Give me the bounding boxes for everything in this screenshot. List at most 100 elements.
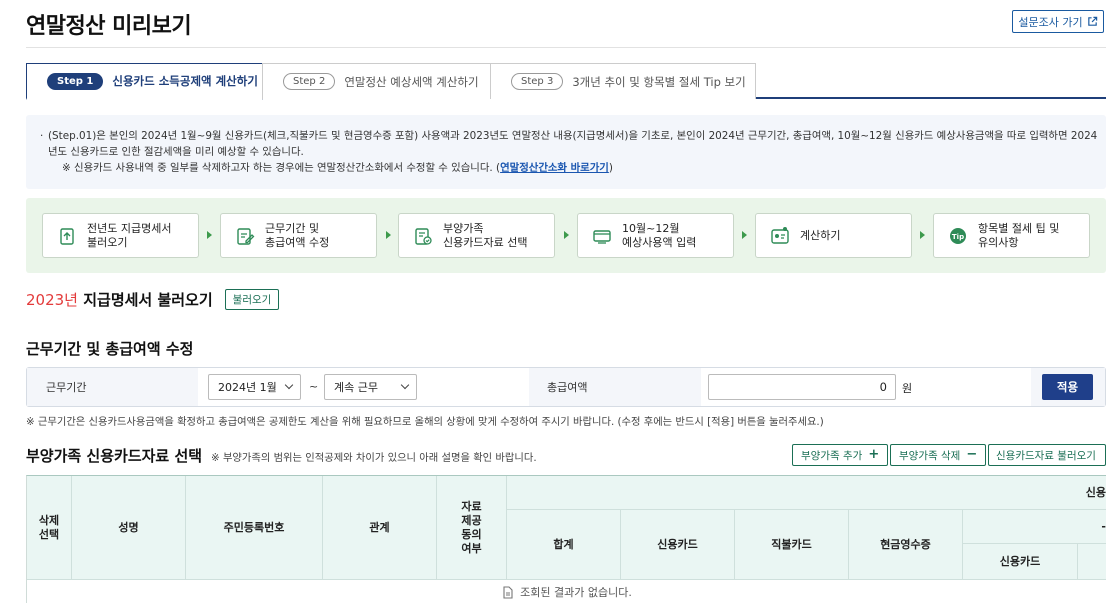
header-cash-receipt: 현금영수증 (849, 510, 963, 580)
flow-step-1-line1: 전년도 지급명세서 (87, 221, 172, 235)
flow-arrow-3 (564, 231, 569, 239)
header-consent: 자료 제공 동의 여부 (437, 476, 507, 580)
start-month-select[interactable]: 2024년 1월 (208, 374, 301, 400)
section-period-salary-title: 근무기간 및 총급여액 수정 (26, 340, 194, 358)
period-label: 근무기간 (46, 381, 87, 394)
step2-pill: Step 2 (283, 73, 336, 90)
header-name: 성명 (72, 476, 186, 580)
tab-step1[interactable]: Step 1 신용카드 소득공제액 계산하기 (26, 63, 263, 100)
flow-step-1: 전년도 지급명세서 불러오기 (42, 213, 199, 258)
flow-arrow-1 (207, 231, 212, 239)
tab-step3[interactable]: Step 3 3개년 추이 및 항목별 절세 Tip 보기 (490, 63, 756, 99)
flow-step-5-label: 계산하기 (800, 229, 840, 243)
header-rrn: 주민등록번호 (186, 476, 323, 580)
section-load-title-text: 지급명세서 불러오기 (83, 291, 213, 309)
survey-button-label: 설문조사 가기 (1018, 15, 1083, 29)
flow-step-5: 계산하기 (755, 213, 912, 258)
flow-step-3-line2: 신용카드자료 선택 (443, 235, 528, 249)
flow-step-4: 10월~12월 예상사용액 입력 (577, 213, 734, 258)
chevron-down-icon (284, 380, 294, 390)
load-card-data-button[interactable]: 신용카드자료 불러오기 (988, 444, 1106, 466)
load-statement-button[interactable]: 불러오기 (224, 289, 280, 310)
section-dependents: 부양가족 신용카드자료 선택 ※ 부양가족의 범위는 인적공제와 차이가 있으니… (26, 445, 537, 466)
header-sub-credit: 신용카드 (963, 544, 1078, 580)
flow-step-3-label: 부양가족 신용카드자료 선택 (443, 222, 527, 250)
period-salary-form: 근무기간 2024년 1월 ~ 계속 근무 총급여액 0 원 적용 (26, 367, 1106, 407)
upload-doc-icon (57, 226, 77, 246)
flow-step-1-line2: 불러오기 (87, 235, 128, 249)
simplified-service-link[interactable]: 연말정산간소화 바로가기 (500, 162, 609, 174)
start-month-value: 2024년 1월 (218, 381, 277, 394)
minus-icon: − (966, 447, 978, 462)
salary-unit: 원 (902, 382, 913, 395)
flow-step-5-line1: 계산하기 (800, 228, 841, 242)
flow-step-2-line1: 근무기간 및 (265, 221, 320, 235)
flow-step-3-line1: 부양가족 (443, 221, 484, 235)
section-dependents-note: ※ 부양가족의 범위는 인적공제와 차이가 있으니 아래 설명을 확인 바랍니다… (211, 452, 537, 464)
period-salary-note: ※ 근무기간은 신용카드사용금액을 확정하고 총급여액은 공제한도 계산을 위해… (26, 416, 824, 428)
header-group-top-label: 신용 (1085, 485, 1106, 499)
flow-step-4-line1: 10월~12월 (622, 221, 680, 235)
section-dependents-title: 부양가족 신용카드자료 선택 (26, 447, 203, 465)
external-link-icon (1087, 16, 1097, 26)
flow-step-6: Tip 항목별 절세 팁 및 유의사항 (933, 213, 1090, 258)
title-divider (26, 47, 1106, 48)
calculator-icon (770, 226, 790, 246)
chevron-down-icon (400, 380, 410, 390)
notice-line1: (Step.01)은 본인의 2024년 1월~9월 신용카드(체크,직불카드 … (48, 130, 1098, 158)
flow-step-2: 근무기간 및 총급여액 수정 (220, 213, 377, 258)
page-title: 연말정산 미리보기 (26, 14, 192, 39)
notice-line2-prefix: ※ 신용카드 사용내역 중 일부를 삭제하고자 하는 경우에는 연말정산간소화에… (62, 162, 501, 174)
add-dependent-button[interactable]: 부양가족 추가 + (792, 444, 889, 466)
delete-dependent-button[interactable]: 부양가족 삭제 − (890, 444, 987, 466)
flow-step-1-label: 전년도 지급명세서 불러오기 (87, 222, 171, 250)
load-card-data-label: 신용카드자료 불러오기 (996, 449, 1096, 462)
header-sub-next (1078, 544, 1106, 580)
header-relation: 관계 (323, 476, 437, 580)
notice-line2-suffix: ) (608, 162, 613, 174)
salary-label: 총급여액 (547, 381, 588, 394)
notice-box: · (Step.01)은 본인의 2024년 1월~9월 신용카드(체크,직불카… (26, 115, 1106, 189)
dependents-table: 삭제 선택 성명 주민등록번호 관계 자료 제공 동의 여부 신용 합계 신용카… (26, 475, 1106, 603)
svg-text:Tip: Tip (952, 233, 964, 241)
empty-result-row: 조회된 결과가 없습니다. (27, 580, 1106, 603)
salary-input[interactable]: 0 (708, 374, 896, 400)
check-doc-icon (413, 226, 433, 246)
flow-step-4-label: 10월~12월 예상사용액 입력 (622, 222, 696, 250)
empty-result-text: 조회된 결과가 없습니다. (520, 586, 632, 599)
flow-step-6-label: 항목별 절세 팁 및 유의사항 (978, 222, 1059, 250)
tab-step1-label: 신용카드 소득공제액 계산하기 (112, 74, 258, 88)
card-input-icon (592, 226, 612, 246)
header-credit-card: 신용카드 (621, 510, 735, 580)
survey-button[interactable]: 설문조사 가기 (1012, 10, 1104, 33)
apply-button[interactable]: 적용 (1042, 374, 1093, 400)
end-status-value: 계속 근무 (334, 381, 378, 394)
edit-doc-icon (235, 226, 255, 246)
section-load-year: 2023년 (26, 291, 78, 309)
end-status-select[interactable]: 계속 근무 (324, 374, 417, 400)
header-sub-group-label: - (1101, 519, 1106, 533)
plus-icon: + (868, 447, 880, 462)
document-icon (503, 585, 513, 599)
flow-step-3: 부양가족 신용카드자료 선택 (398, 213, 555, 258)
flow-step-4-line2: 예상사용액 입력 (622, 235, 697, 249)
tab-step2[interactable]: Step 2 연말정산 예상세액 계산하기 (262, 63, 491, 99)
header-sub-group: - (963, 510, 1106, 544)
flow-step-6-line2: 유의사항 (978, 235, 1019, 249)
flow-arrow-4 (742, 231, 747, 239)
step3-pill: Step 3 (511, 73, 564, 90)
header-debit-card: 직불카드 (735, 510, 849, 580)
flow-arrow-2 (386, 231, 391, 239)
notice-line2: ※ 신용카드 사용내역 중 일부를 삭제하고자 하는 경우에는 연말정산간소화에… (62, 160, 1106, 176)
add-dependent-label: 부양가족 추가 (801, 449, 863, 462)
section-load-title: 2023년 지급명세서 불러오기 (26, 289, 213, 310)
process-flow: 전년도 지급명세서 불러오기 근무기간 및 총급여액 수정 부양가족 신용카드자료 선… (26, 198, 1106, 273)
step-tabs: Step 1 신용카드 소득공제액 계산하기 Step 2 연말정산 예상세액 … (26, 63, 1106, 100)
delete-dependent-label: 부양가족 삭제 (899, 449, 961, 462)
flow-step-6-line1: 항목별 절세 팁 및 (978, 221, 1060, 235)
period-tilde: ~ (309, 380, 319, 393)
tab-step3-label: 3개년 추이 및 항목별 절세 Tip 보기 (572, 74, 746, 89)
header-delete-select: 삭제 선택 (27, 476, 72, 580)
flow-step-2-line2: 총급여액 수정 (265, 235, 330, 249)
flow-step-2-label: 근무기간 및 총급여액 수정 (265, 222, 329, 250)
